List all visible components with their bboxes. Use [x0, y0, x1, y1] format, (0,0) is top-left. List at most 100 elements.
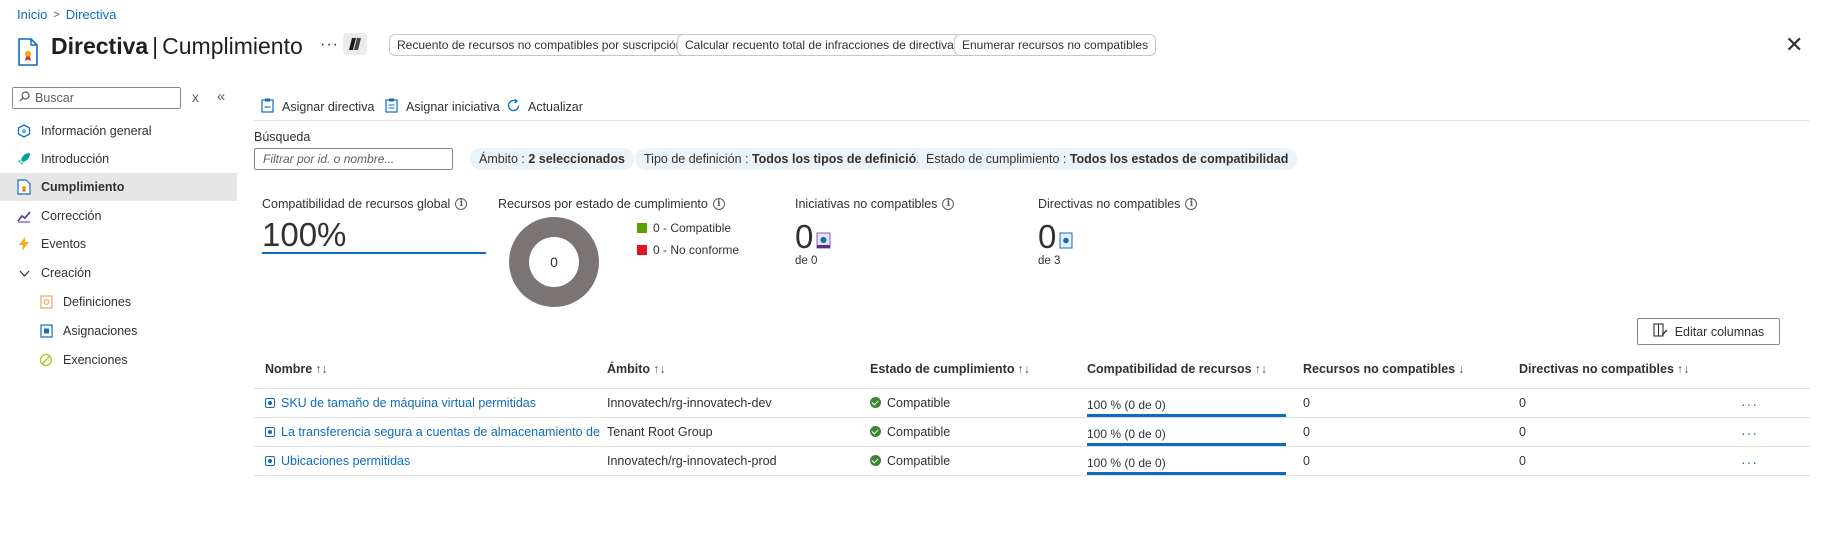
- legend-label-compliant: 0 - Compatible: [653, 221, 732, 235]
- table-row-name-link[interactable]: Ubicaciones permitidas: [265, 454, 600, 468]
- info-icon[interactable]: i: [455, 198, 468, 210]
- row-scope: Tenant Root Group: [607, 425, 713, 439]
- sidebar-search-input[interactable]: Buscar: [12, 87, 181, 109]
- row-compliance-bar: 100 % (0 de 0): [1087, 456, 1286, 475]
- row-noncompliant-resources: 0: [1303, 396, 1310, 410]
- compliance-state-filter-pill[interactable]: Estado de cumplimiento : Todos los estad…: [917, 148, 1298, 170]
- row-more-button[interactable]: ···: [1741, 454, 1758, 470]
- legend-noncompliant: 0 - No conforme: [637, 243, 739, 257]
- sidebar-item-assignments[interactable]: Asignaciones: [0, 317, 237, 345]
- row-compliance-text: 100 % (0 de 0): [1087, 427, 1166, 441]
- row-state: Compatible: [870, 425, 950, 439]
- compliance-icon: [16, 179, 32, 195]
- legend-compliant: 0 - Compatible: [637, 221, 731, 235]
- legend-label-noncompliant: 0 - No conforme: [653, 243, 740, 257]
- lightning-icon: [16, 236, 32, 252]
- donut-center-value: 0: [529, 237, 579, 287]
- breadcrumb-current-link[interactable]: Directiva: [66, 7, 117, 22]
- calculate-violations-button[interactable]: Calcular recuento total de infracciones …: [677, 34, 962, 56]
- policy-icon: [1059, 232, 1073, 252]
- row-more-button[interactable]: ···: [1741, 396, 1758, 412]
- assign-policy-button[interactable]: Asignar directiva: [261, 98, 374, 116]
- scope-filter-pill[interactable]: Ámbito : 2 seleccionados: [470, 148, 634, 170]
- noncompliant-initiatives-total: de 0: [795, 255, 818, 267]
- column-header-label: Estado de cumplimiento: [870, 362, 1015, 376]
- column-header-compliance-state[interactable]: Estado de cumplimiento ↑↓: [870, 362, 1030, 376]
- check-circle-icon: [870, 426, 881, 437]
- assignments-icon: [38, 323, 54, 339]
- column-header-noncompliant-resources[interactable]: Recursos no compatibles ↓: [1303, 362, 1464, 376]
- column-header-name[interactable]: Nombre ↑↓: [265, 362, 328, 376]
- noncompliant-initiatives-title-text: Iniciativas no compatibles: [795, 197, 938, 211]
- sidebar-item-remediation[interactable]: Corrección: [0, 202, 237, 230]
- noncompliant-by-subscription-button[interactable]: Recuento de recursos no compatibles por …: [389, 34, 691, 56]
- row-scope: Innovatech/rg-innovatech-dev: [607, 396, 772, 410]
- row-state: Compatible: [870, 454, 950, 468]
- sidebar-item-overview[interactable]: Información general: [0, 117, 237, 145]
- sidebar-item-exemptions[interactable]: Exenciones: [0, 346, 237, 374]
- toolbar-divider: [253, 120, 1809, 121]
- definition-type-filter-pill[interactable]: Tipo de definición : Todos los tipos de …: [635, 148, 933, 170]
- clear-search-button[interactable]: x: [192, 89, 199, 105]
- collapse-sidebar-button[interactable]: «: [217, 88, 225, 105]
- noncompliant-policies-title-text: Directivas no compatibles: [1038, 197, 1181, 211]
- check-circle-icon: [870, 397, 881, 408]
- table-row-name-link[interactable]: La transferencia segura a cuentas de alm…: [265, 425, 600, 439]
- assign-initiative-icon: [385, 98, 399, 116]
- sort-icon: ↑↓: [1017, 362, 1030, 376]
- policy-icon: [265, 456, 275, 466]
- definitions-icon: [38, 294, 54, 310]
- chevron-down-icon: [16, 265, 32, 281]
- breadcrumb: Inicio > Directiva: [17, 7, 116, 22]
- row-compliance-bar: 100 % (0 de 0): [1087, 398, 1286, 417]
- refresh-label: Actualizar: [528, 100, 583, 114]
- edit-columns-label: Editar columnas: [1674, 324, 1765, 339]
- table-row-divider: [254, 475, 1810, 476]
- sidebar-item-label: Corrección: [41, 209, 102, 223]
- table-row-divider: [254, 417, 1810, 418]
- column-header-scope[interactable]: Ámbito ↑↓: [607, 362, 666, 376]
- search-icon: [19, 91, 30, 105]
- column-header-label: Recursos no compatibles: [1303, 362, 1456, 376]
- compliance-donut-chart: 0: [509, 217, 599, 307]
- table-row-name-link[interactable]: SKU de tamaño de máquina virtual permiti…: [265, 396, 600, 410]
- sort-icon: ↑↓: [1254, 362, 1268, 376]
- sidebar-item-compliance[interactable]: Cumplimiento: [0, 173, 237, 201]
- copilot-icon[interactable]: [343, 33, 367, 55]
- search-label: Búsqueda: [254, 130, 311, 144]
- table-row-divider: [254, 446, 1810, 447]
- column-header-resource-compliance[interactable]: Compatibilidad de recursos ↑↓: [1087, 362, 1267, 376]
- sidebar-item-introduction[interactable]: Introducción: [0, 145, 237, 173]
- row-name-text: La transferencia segura a cuentas de alm…: [281, 425, 600, 439]
- close-icon[interactable]: ✕: [1785, 34, 1803, 56]
- info-icon[interactable]: i: [942, 198, 955, 210]
- sidebar-item-events[interactable]: Eventos: [0, 230, 237, 258]
- column-header-noncompliant-policies[interactable]: Directivas no compatibles ↑↓: [1519, 362, 1689, 376]
- assign-initiative-button[interactable]: Asignar iniciativa: [385, 98, 500, 116]
- row-state-text: Compatible: [887, 425, 951, 439]
- info-icon[interactable]: i: [1185, 198, 1198, 210]
- assign-initiative-label: Asignar iniciativa: [406, 100, 500, 114]
- legend-swatch-compliant: [637, 223, 647, 233]
- sidebar-group-creation[interactable]: Creación: [0, 259, 237, 287]
- sidebar-search-placeholder: Buscar: [35, 91, 74, 105]
- sidebar-item-label: Eventos: [41, 237, 87, 251]
- row-noncompliant-resources: 0: [1303, 425, 1310, 439]
- edit-columns-button[interactable]: Editar columnas: [1637, 318, 1780, 345]
- scope-filter-value: 2 seleccionados: [528, 152, 625, 166]
- assign-policy-icon: [261, 98, 275, 116]
- breadcrumb-home-link[interactable]: Inicio: [17, 7, 47, 22]
- enumerate-noncompliant-button[interactable]: Enumerar recursos no compatibles: [954, 34, 1157, 56]
- sidebar-item-label: Introducción: [41, 152, 110, 166]
- sidebar-item-label: Exenciones: [63, 353, 128, 367]
- sidebar-item-definitions[interactable]: Definiciones: [0, 288, 237, 316]
- row-more-button[interactable]: ···: [1741, 425, 1758, 441]
- refresh-button[interactable]: Actualizar: [506, 98, 583, 116]
- row-noncompliant-policies: 0: [1519, 396, 1526, 410]
- info-icon[interactable]: i: [712, 198, 725, 210]
- more-options-button[interactable]: ···: [320, 36, 339, 54]
- filter-search-input[interactable]: Filtrar por id. o nombre...: [254, 148, 453, 170]
- noncompliant-initiatives-value: 0: [795, 218, 814, 255]
- row-state-text: Compatible: [887, 454, 951, 468]
- column-header-label: Ámbito: [607, 362, 651, 376]
